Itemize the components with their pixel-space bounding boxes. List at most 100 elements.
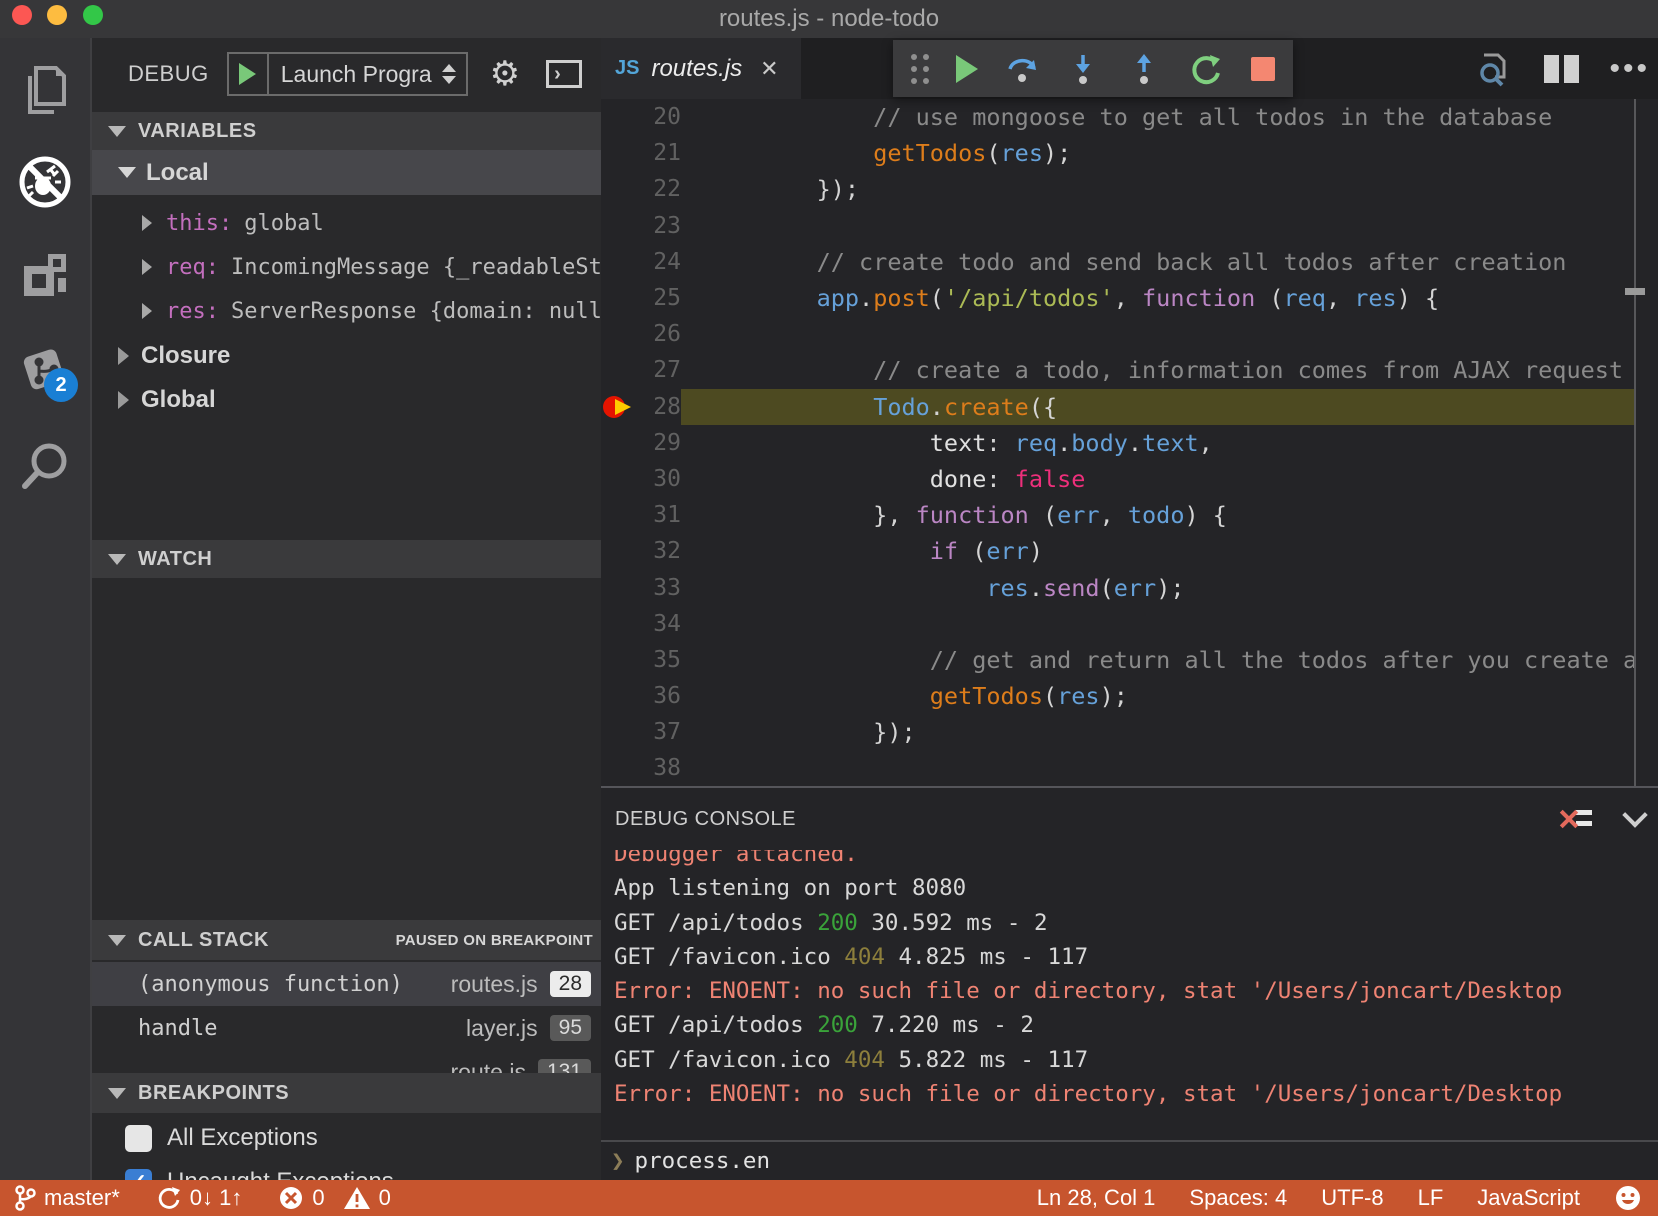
- checkbox-unchecked[interactable]: [125, 1125, 152, 1152]
- breakpoint-gutter[interactable]: [601, 208, 627, 244]
- breakpoint-gutter[interactable]: [601, 678, 627, 714]
- line-number[interactable]: 25: [627, 285, 681, 311]
- code-line: 21 getTodos(res);: [601, 135, 1658, 171]
- breakpoint-all-exceptions[interactable]: All Exceptions: [92, 1118, 601, 1158]
- variables-section-header[interactable]: VARIABLES: [92, 112, 601, 150]
- line-number[interactable]: 23: [627, 213, 681, 239]
- callstack-section-title: CALL STACK: [138, 929, 269, 952]
- breakpoint-gutter[interactable]: [601, 425, 627, 461]
- variable-name: req:: [166, 255, 219, 280]
- breakpoint-gutter[interactable]: [601, 171, 627, 207]
- step-into-button[interactable]: [1066, 52, 1100, 86]
- sidebar-item-debug[interactable]: [0, 150, 90, 214]
- chevron-expanded-icon: [118, 167, 136, 178]
- line-number[interactable]: 34: [627, 611, 681, 637]
- cursor-position-status[interactable]: Ln 28, Col 1: [1037, 1185, 1156, 1211]
- line-number[interactable]: 30: [627, 466, 681, 492]
- line-number[interactable]: 24: [627, 249, 681, 275]
- scope-closure[interactable]: Closure: [92, 333, 601, 378]
- line-number[interactable]: 29: [627, 430, 681, 456]
- restart-button[interactable]: [1188, 51, 1224, 87]
- line-number[interactable]: 32: [627, 538, 681, 564]
- scope-global[interactable]: Global: [92, 377, 601, 422]
- token-kw: send: [1043, 574, 1100, 602]
- token-comment: // create todo and send back all todos a…: [760, 248, 1566, 276]
- code-text: Todo.create({: [681, 389, 1635, 425]
- drag-handle-icon[interactable]: [911, 54, 929, 84]
- console-input-row[interactable]: ❯ process.en: [601, 1140, 1658, 1180]
- callstack-section-header[interactable]: CALL STACK PAUSED ON BREAKPOINT: [92, 920, 601, 960]
- breakpoint-gutter[interactable]: [601, 316, 627, 352]
- editor-scrollbar[interactable]: [1634, 99, 1636, 786]
- breakpoint-gutter[interactable]: [601, 461, 627, 497]
- git-branch-status[interactable]: master*: [14, 1185, 120, 1211]
- collapse-panel-icon[interactable]: [1622, 802, 1647, 827]
- sidebar-item-extensions[interactable]: [0, 243, 90, 307]
- step-over-button[interactable]: [1005, 52, 1039, 86]
- sync-status[interactable]: 0↓ 1↑: [156, 1185, 243, 1211]
- breakpoint-gutter[interactable]: [601, 714, 627, 750]
- feedback-smiley-icon[interactable]: [1614, 1184, 1642, 1212]
- paused-arrow-icon: [615, 399, 631, 415]
- scope-local[interactable]: Local: [92, 150, 601, 195]
- line-number[interactable]: 37: [627, 719, 681, 745]
- variable-row-this[interactable]: this: global: [92, 201, 601, 245]
- close-tab-icon[interactable]: ✕: [760, 56, 778, 82]
- repl-input[interactable]: process.en: [635, 1148, 770, 1174]
- encoding-status[interactable]: UTF-8: [1321, 1185, 1383, 1211]
- watch-section-header[interactable]: WATCH: [92, 540, 601, 578]
- line-number[interactable]: 26: [627, 321, 681, 347]
- breakpoint-gutter[interactable]: [601, 533, 627, 569]
- callstack-frame[interactable]: (anonymous function) routes.js 28: [92, 962, 601, 1006]
- variable-row-res[interactable]: res: ServerResponse {domain: null…: [92, 289, 601, 333]
- breakpoint-paused-icon[interactable]: [601, 389, 627, 425]
- breakpoint-gutter[interactable]: [601, 606, 627, 642]
- line-number[interactable]: 27: [627, 357, 681, 383]
- eol-status[interactable]: LF: [1418, 1185, 1444, 1211]
- code-area: 20 // use mongoose to get all todos in t…: [601, 99, 1658, 786]
- continue-button[interactable]: [956, 55, 978, 83]
- sidebar-item-source-control[interactable]: 2: [0, 338, 90, 402]
- chevron-expanded-icon: [108, 935, 126, 946]
- launch-config-select[interactable]: Launch Progra: [269, 61, 442, 88]
- callstack-frame[interactable]: handle layer.js 95: [92, 1006, 601, 1050]
- line-number[interactable]: 31: [627, 502, 681, 528]
- line-number[interactable]: 20: [627, 104, 681, 130]
- breakpoint-uncaught-exceptions[interactable]: ✓ Uncaught Exceptions: [92, 1162, 601, 1180]
- step-out-button[interactable]: [1127, 52, 1161, 86]
- line-number[interactable]: 21: [627, 140, 681, 166]
- breakpoint-gutter[interactable]: [601, 244, 627, 280]
- breakpoint-gutter[interactable]: [601, 99, 627, 135]
- line-number[interactable]: 33: [627, 575, 681, 601]
- split-editor-icon[interactable]: [1544, 55, 1579, 83]
- line-number[interactable]: 36: [627, 683, 681, 709]
- problems-status[interactable]: 0 0: [278, 1185, 391, 1211]
- variable-row-req[interactable]: req: IncomingMessage {_readableSt…: [92, 245, 601, 289]
- clear-console-icon[interactable]: [1556, 804, 1592, 834]
- breakpoint-gutter[interactable]: [601, 497, 627, 533]
- breakpoint-gutter[interactable]: [601, 750, 627, 786]
- checkbox-checked[interactable]: ✓: [125, 1169, 152, 1181]
- tab-routes-js[interactable]: JS routes.js ✕: [601, 38, 801, 99]
- breakpoint-gutter[interactable]: [601, 642, 627, 678]
- line-number[interactable]: 35: [627, 647, 681, 673]
- breakpoints-section-header[interactable]: BREAKPOINTS: [92, 1073, 601, 1113]
- configure-gear-button[interactable]: ⚙: [490, 57, 520, 91]
- indentation-status[interactable]: Spaces: 4: [1189, 1185, 1287, 1211]
- breakpoint-gutter[interactable]: [601, 135, 627, 171]
- start-debug-button[interactable]: [229, 54, 269, 94]
- line-number[interactable]: 22: [627, 176, 681, 202]
- token-var: err: [1057, 501, 1099, 529]
- code-line: 37 });: [601, 714, 1658, 750]
- language-mode-status[interactable]: JavaScript: [1477, 1185, 1580, 1211]
- line-number[interactable]: 28: [627, 394, 681, 420]
- find-in-file-icon[interactable]: [1474, 49, 1514, 89]
- breakpoint-gutter[interactable]: [601, 352, 627, 388]
- open-debug-console-button[interactable]: ›: [546, 60, 582, 88]
- stop-button[interactable]: [1251, 57, 1275, 81]
- line-number[interactable]: 38: [627, 755, 681, 781]
- breakpoint-gutter[interactable]: [601, 569, 627, 605]
- breakpoint-gutter[interactable]: [601, 280, 627, 316]
- sidebar-item-explorer[interactable]: [0, 58, 90, 122]
- sidebar-item-search[interactable]: [0, 433, 90, 497]
